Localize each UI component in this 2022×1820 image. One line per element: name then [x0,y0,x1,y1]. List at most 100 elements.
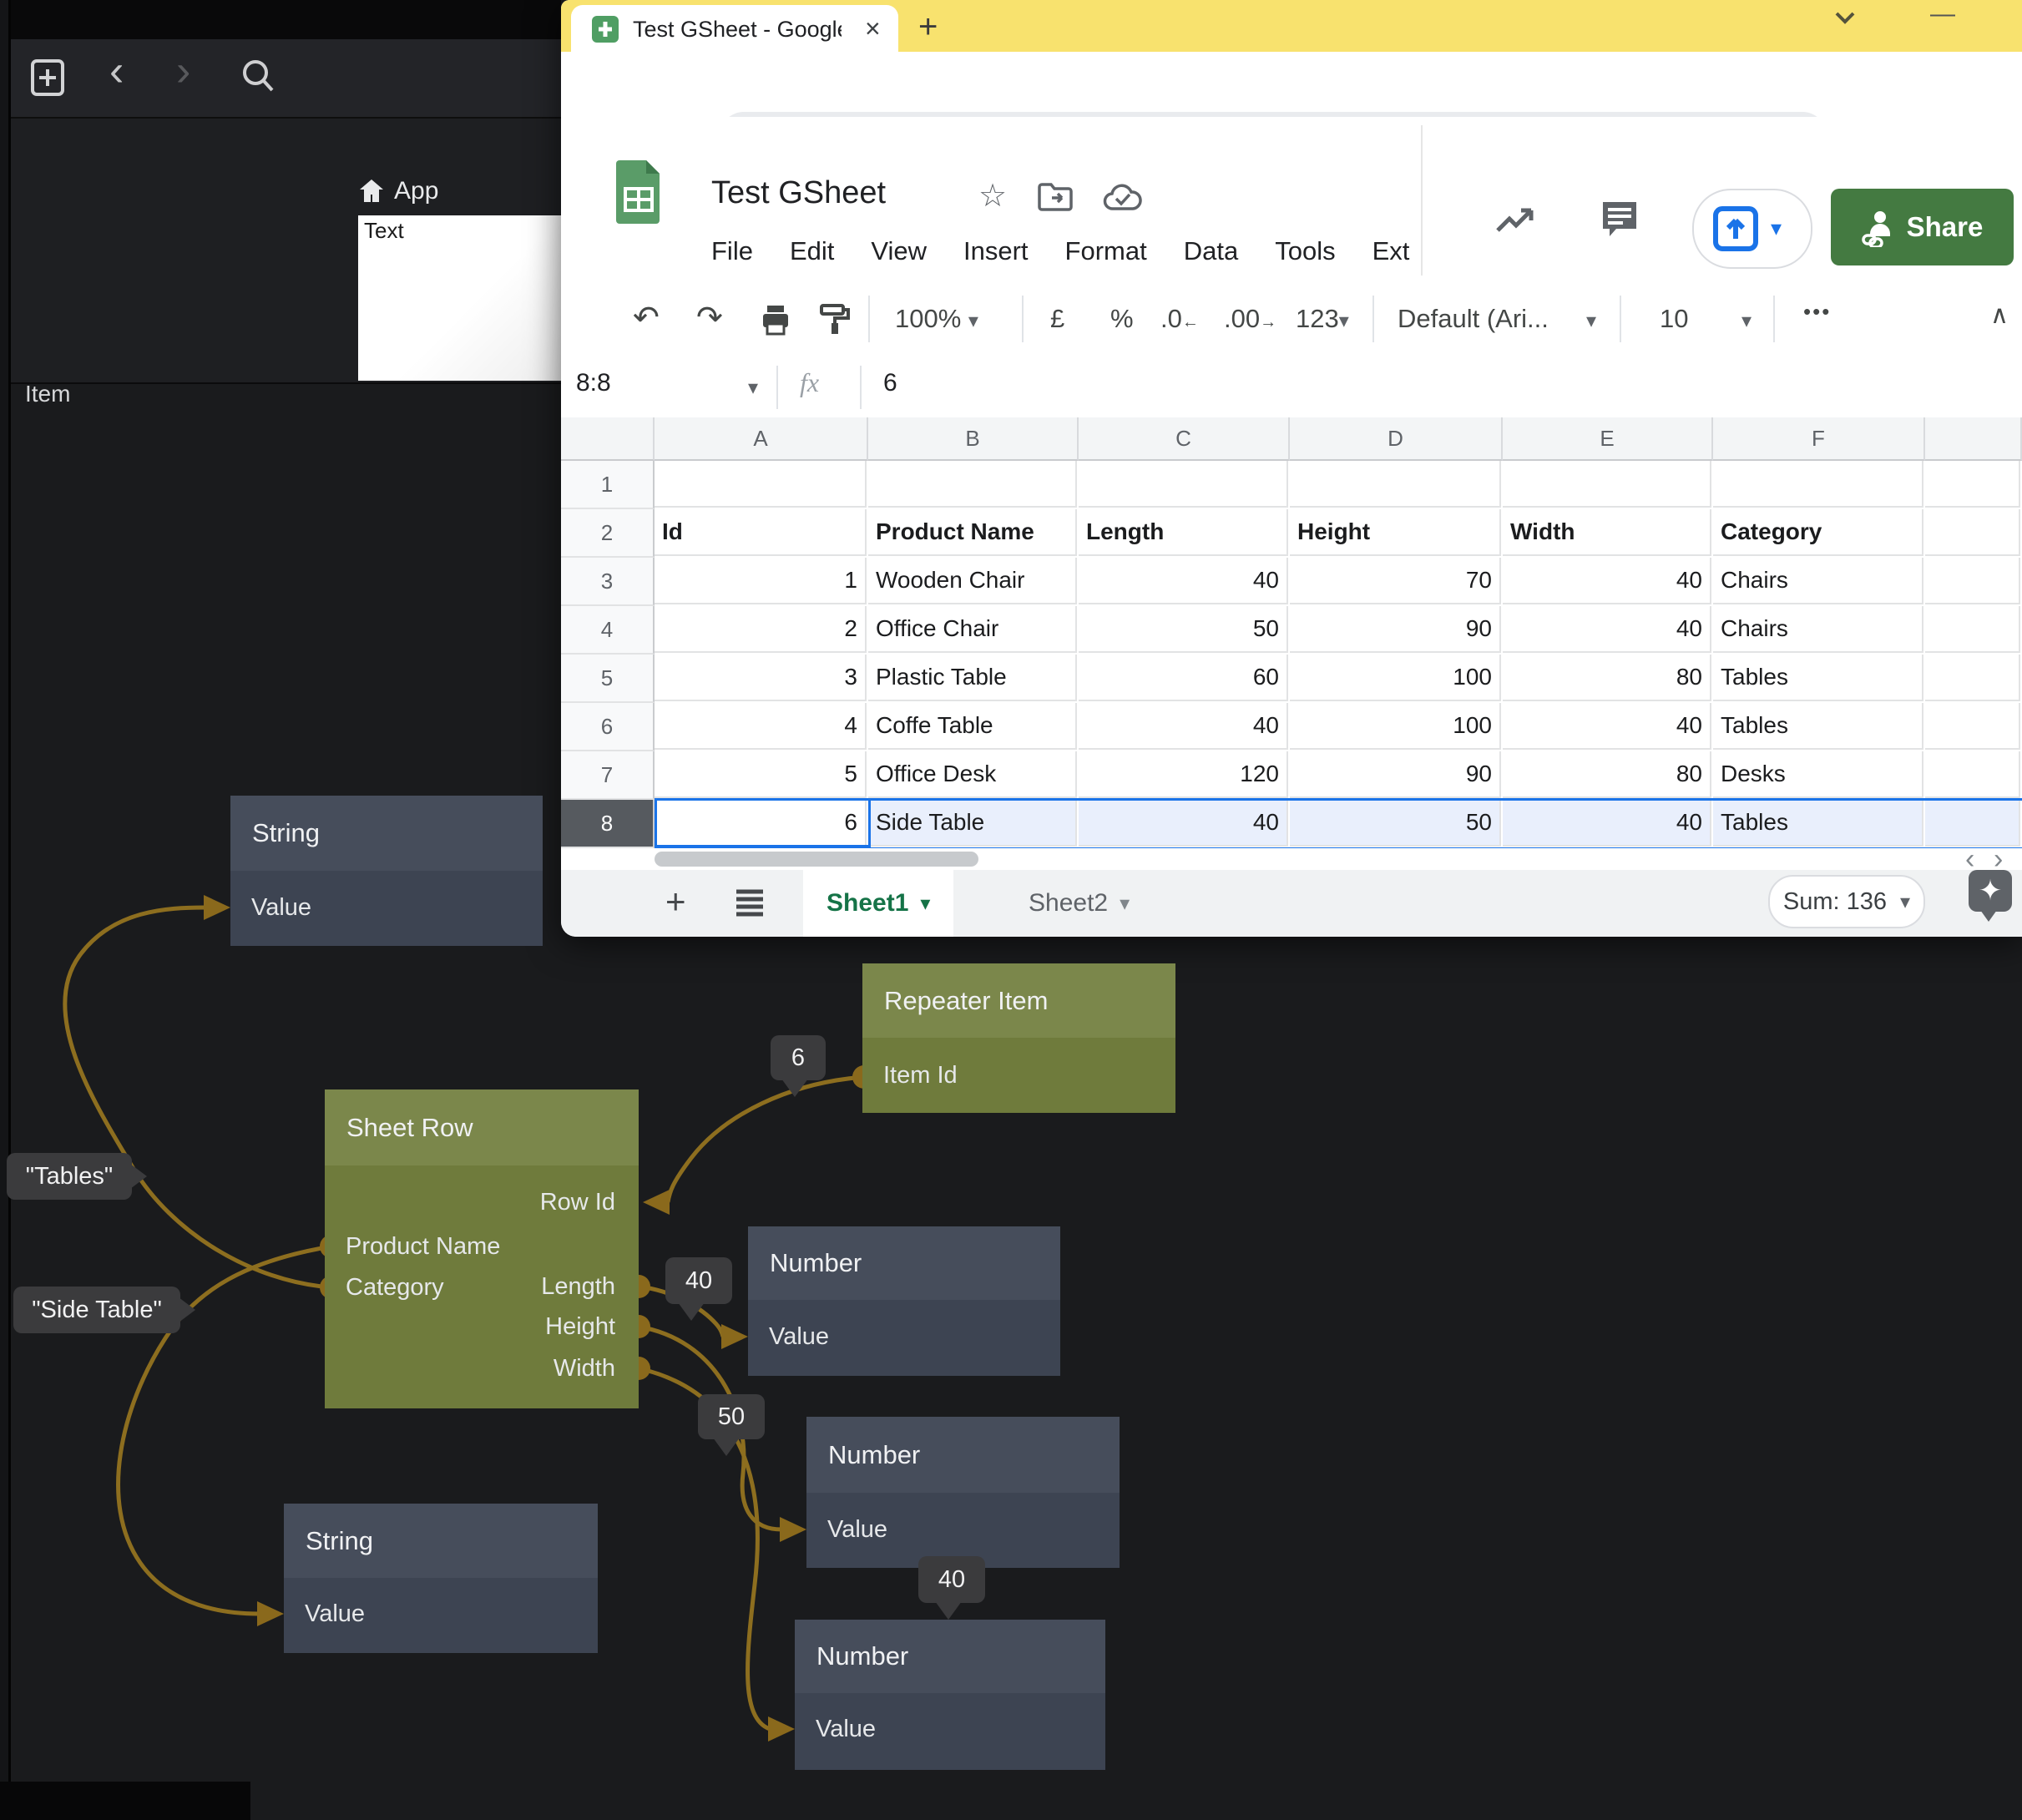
cell-C6[interactable]: 40 [1079,703,1288,750]
toolbar-more-button[interactable]: ••• [1803,299,1831,325]
port-value[interactable]: Value [251,894,311,922]
cell-D7[interactable]: 90 [1290,751,1501,798]
row-header-3[interactable]: 3 [561,558,655,606]
cell-E4[interactable]: 40 [1503,606,1711,653]
cell-C7[interactable]: 120 [1079,751,1288,798]
cell-E6[interactable]: 40 [1503,703,1711,750]
sheet-tab-caret-icon[interactable]: ▾ [1120,892,1130,916]
cell-B5[interactable]: Plastic Table [868,655,1077,701]
present-button[interactable]: ▾ [1692,189,1812,269]
cell-F8[interactable]: Tables [1713,800,1923,847]
cell-G3[interactable] [1925,558,2020,604]
row-header-4[interactable]: 4 [561,606,655,655]
document-title[interactable]: Test GSheet [711,175,886,211]
nav-forward-icon[interactable]: › [176,46,190,96]
menu-ext[interactable]: Ext [1372,236,1410,266]
menu-insert[interactable]: Insert [963,236,1029,266]
currency-format-button[interactable]: £ [1050,304,1064,334]
node-string-2[interactable]: StringValue [284,1504,598,1653]
name-box-caret-icon[interactable]: ▾ [748,376,758,400]
cell-D1[interactable] [1290,461,1501,508]
column-header-C[interactable]: C [1079,417,1290,461]
cell-E5[interactable]: 80 [1503,655,1711,701]
port-category[interactable]: Category [346,1274,444,1302]
print-icon[interactable] [758,302,793,337]
sheet-tab-sheet2[interactable]: Sheet2▾ [1005,870,1153,937]
port-product-name[interactable]: Product Name [346,1233,500,1261]
cell-A4[interactable]: 2 [655,606,867,653]
name-box[interactable]: 8:8 [576,369,751,397]
sum-indicator[interactable]: Sum: 136▾ [1768,875,1925,928]
cell-D6[interactable]: 100 [1290,703,1501,750]
cell-G2[interactable] [1925,509,2020,556]
insights-chart-icon[interactable] [1494,200,1539,237]
sheets-logo[interactable] [614,159,663,224]
cell-F6[interactable]: Tables [1713,703,1923,750]
cell-D2[interactable]: Height [1290,509,1501,556]
cell-A1[interactable] [655,461,867,508]
menu-data[interactable]: Data [1184,236,1238,266]
star-document-icon[interactable]: ☆ [978,177,1007,215]
port-value[interactable]: Value [769,1323,829,1351]
port-row-id[interactable]: Row Id [540,1189,615,1216]
cell-F7[interactable]: Desks [1713,751,1923,798]
grid-corner[interactable] [561,417,655,461]
browser-tab[interactable]: Test GSheet - Google Sheets × [571,5,898,52]
cell-B8[interactable]: Side Table [868,800,1077,847]
column-header-A[interactable]: A [655,417,868,461]
port-value[interactable]: Value [827,1516,887,1544]
cell-G8[interactable] [1925,800,2020,847]
cell-C1[interactable] [1079,461,1288,508]
menu-format[interactable]: Format [1065,236,1147,266]
cell-G1[interactable] [1925,461,2020,508]
cell-F3[interactable]: Chairs [1713,558,1923,604]
scrollbar-thumb[interactable] [655,852,978,867]
move-folder-icon[interactable] [1037,182,1074,212]
cell-F1[interactable] [1713,461,1923,508]
cell-B4[interactable]: Office Chair [868,606,1077,653]
cell-D8[interactable]: 50 [1290,800,1501,847]
redo-icon[interactable]: ↷ [696,299,723,336]
cell-B7[interactable]: Office Desk [868,751,1077,798]
nav-back-icon[interactable]: ‹ [109,46,124,96]
window-chevron-icon[interactable] [1830,7,1860,30]
row-header-8[interactable]: 8 [561,800,655,848]
column-header-E[interactable]: E [1503,417,1713,461]
cell-G5[interactable] [1925,655,2020,701]
menu-view[interactable]: View [871,236,927,266]
new-tab-icon[interactable]: + [918,8,938,46]
column-header-F[interactable]: F [1713,417,1925,461]
cell-F5[interactable]: Tables [1713,655,1923,701]
column-header-g[interactable] [1925,417,2022,461]
menu-tools[interactable]: Tools [1275,236,1335,266]
port-width[interactable]: Width [554,1355,615,1383]
row-header-2[interactable]: 2 [561,509,655,558]
cell-A7[interactable]: 5 [655,751,867,798]
share-button[interactable]: Share [1831,189,2014,265]
cell-C4[interactable]: 50 [1079,606,1288,653]
undo-icon[interactable]: ↶ [633,299,660,336]
cell-E7[interactable]: 80 [1503,751,1711,798]
cell-C5[interactable]: 60 [1079,655,1288,701]
cloud-status-icon[interactable] [1102,184,1144,214]
node-repeater-item[interactable]: Repeater ItemItem Id [862,963,1175,1113]
cell-A3[interactable]: 1 [655,558,867,604]
node-string-1[interactable]: StringValue [230,796,543,946]
cell-D4[interactable]: 90 [1290,606,1501,653]
port-value[interactable]: Value [305,1600,365,1628]
cell-C3[interactable]: 40 [1079,558,1288,604]
increase-decimal-button[interactable]: .00→ [1224,304,1276,334]
app-breadcrumb[interactable]: App [357,177,438,205]
collapse-toolbar-icon[interactable]: ∧ [1990,301,2009,330]
row-header-7[interactable]: 7 [561,751,655,800]
paint-format-icon[interactable] [818,302,853,337]
tab-close-icon[interactable]: × [865,13,881,44]
row-header-1[interactable]: 1 [561,461,655,509]
cell-A5[interactable]: 3 [655,655,867,701]
menu-file[interactable]: File [711,236,753,266]
menu-edit[interactable]: Edit [790,236,834,266]
cell-A2[interactable]: Id [655,509,867,556]
formula-input[interactable]: 6 [883,369,897,397]
cell-F4[interactable]: Chairs [1713,606,1923,653]
window-minimize-icon[interactable]: — [1930,0,1955,28]
